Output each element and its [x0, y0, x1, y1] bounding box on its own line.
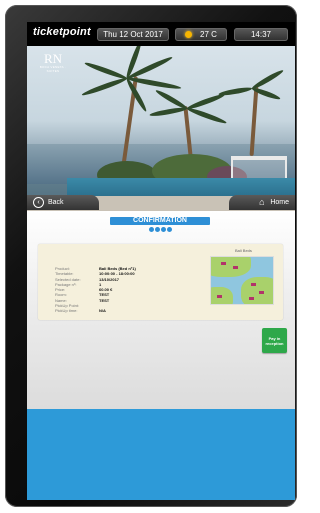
confirmation-panel: CONFIRMATION Product: Bali Beds (Bed nº1)… [27, 211, 295, 409]
detail-value: TEST [99, 297, 110, 303]
map-building [251, 283, 256, 286]
detail-label: PickUp time: [55, 308, 78, 314]
step-dot [167, 227, 172, 232]
hotel-hero-image: RN BOCA VENETA · SUITES [27, 46, 295, 212]
weather-display: 27 C [175, 28, 227, 41]
hotel-name: BOCA VENETA · SUITES [39, 65, 67, 73]
map-land [211, 257, 251, 277]
home-icon: ⌂ [259, 197, 265, 207]
pay-in-reception-button[interactable]: Pay in reception [262, 328, 287, 353]
kiosk-screen: ticketpoint Thu 12 Oct 2017 27 C 14:37 R… [27, 22, 295, 500]
top-bar: ticketpoint Thu 12 Oct 2017 27 C 14:37 [27, 22, 295, 46]
palm-frond [83, 60, 128, 81]
map-land [241, 277, 273, 304]
hotel-monogram: RN [43, 51, 63, 66]
map-title: Bali Beds [235, 248, 252, 253]
detail-value: 13/10/2017 [99, 276, 120, 282]
palm-frond [218, 86, 253, 97]
detail-value: N/A [99, 308, 106, 314]
step-dot [149, 227, 154, 232]
temperature-text: 27 C [200, 30, 217, 39]
confirmation-title: CONFIRMATION [110, 217, 210, 225]
hotel-logo: RN BOCA VENETA · SUITES [33, 52, 73, 73]
step-indicator [149, 227, 172, 232]
palm-frond [186, 106, 228, 126]
footer-panel [27, 409, 295, 500]
map-building [233, 266, 238, 269]
map-building [249, 297, 254, 300]
step-dot [155, 227, 160, 232]
kiosk-device: ticketpoint Thu 12 Oct 2017 27 C 14:37 R… [0, 0, 302, 513]
time-display: 14:37 [234, 28, 288, 41]
booking-summary-card: Product: Bali Beds (Bed nº1) Timetable: 10… [38, 244, 283, 320]
date-text: Thu 12 Oct 2017 [103, 30, 163, 39]
map-building [259, 291, 264, 294]
map-building [221, 262, 226, 265]
date-display: Thu 12 Oct 2017 [97, 28, 169, 41]
map-building [217, 295, 222, 298]
sun-icon [185, 31, 193, 38]
home-button[interactable]: ⌂ Home [229, 195, 295, 210]
resort-map [210, 256, 274, 305]
detail-row: PickUp time: N/A [55, 308, 136, 313]
back-button[interactable]: ‹ Back [27, 195, 99, 210]
palm-frond [81, 76, 128, 98]
back-label: Back [48, 199, 64, 206]
palm-frond [154, 88, 189, 111]
booking-details: Product: Bali Beds (Bed nº1) Timetable: 10… [55, 266, 136, 314]
ticketpoint-logo: ticketpoint [33, 26, 91, 38]
step-dot [161, 227, 166, 232]
back-arrow-icon: ‹ [33, 197, 44, 208]
pay-in-reception-label: Pay in reception [265, 335, 284, 346]
home-label: Home [270, 199, 289, 206]
time-text: 14:37 [250, 30, 272, 39]
